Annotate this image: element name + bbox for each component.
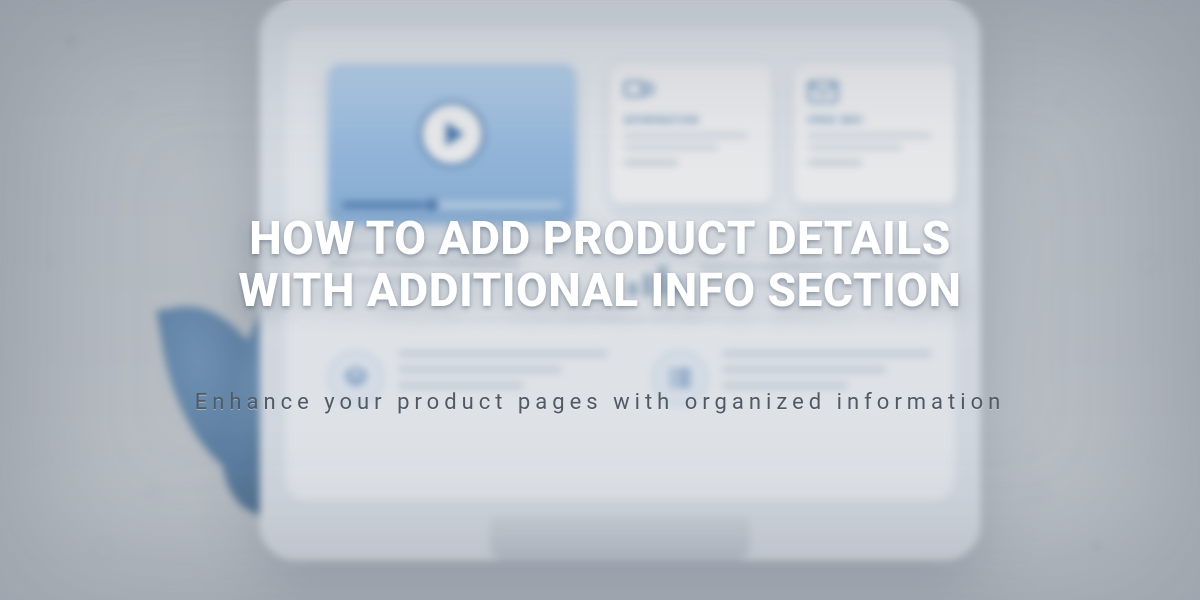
page-subtitle: Enhance your product pages with organize… (0, 390, 1200, 415)
page-title: HOW TO ADD PRODUCT DETAILS WITH ADDITION… (0, 214, 1200, 317)
hero-banner: ✦ ◇ ⬡ ✧ ◯ ◇ ✦ ⬡ ✧ ◯ APORINATION (0, 0, 1200, 600)
title-line-1: HOW TO ADD PRODUCT DETAILS (249, 212, 951, 266)
title-line-2: WITH ADDITIONAL INFO SECTION (239, 264, 962, 318)
